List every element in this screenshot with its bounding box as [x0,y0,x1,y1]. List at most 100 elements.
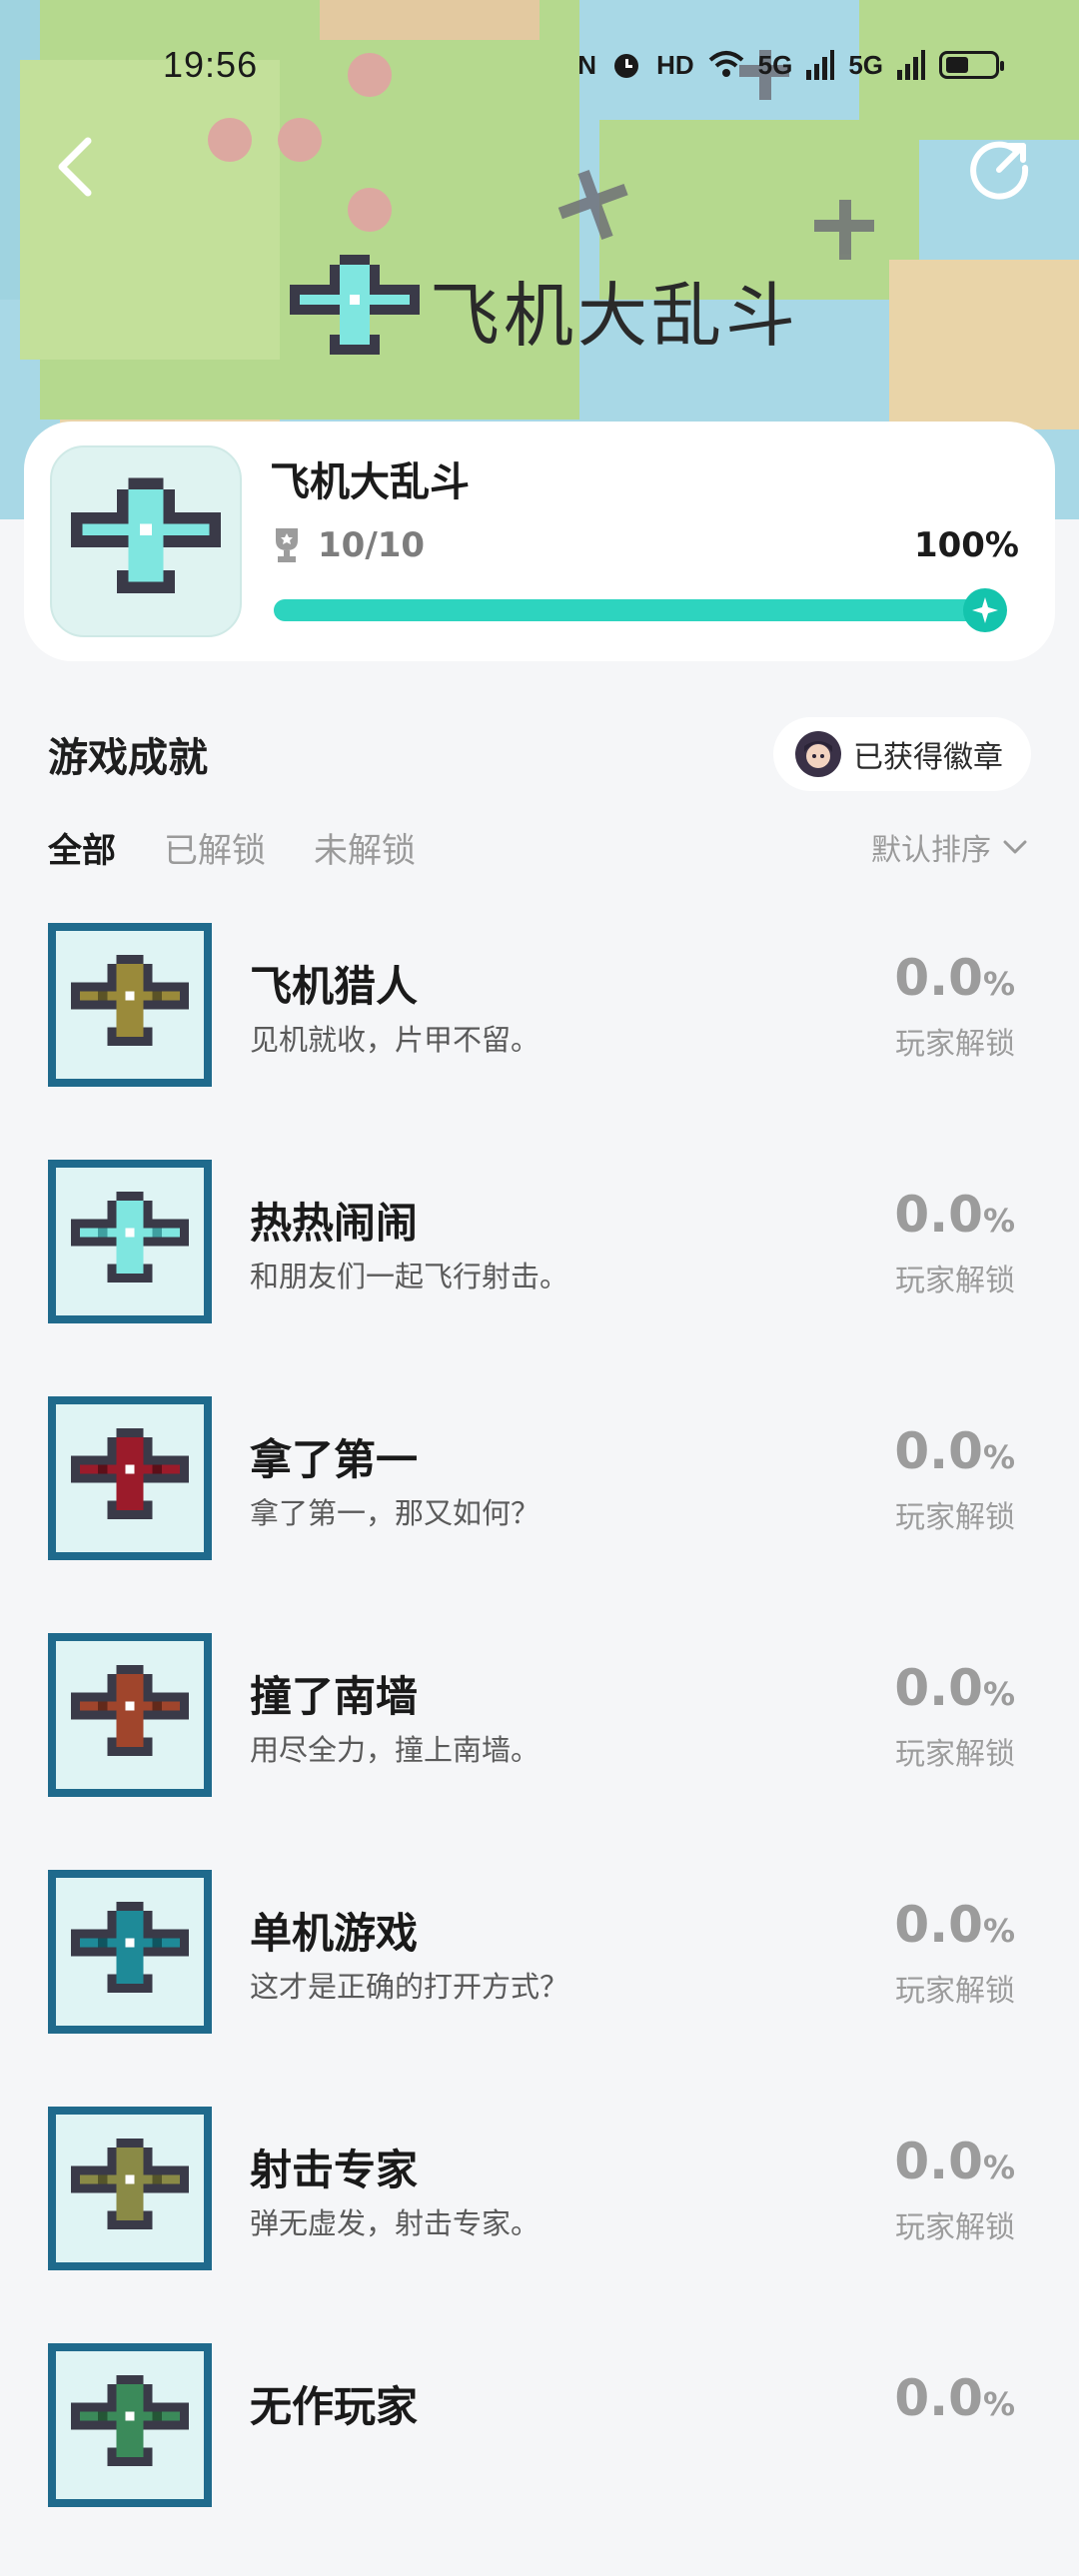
trophy-icon [276,528,298,562]
unlock-rate-unit: % [982,1912,1015,1950]
alarm-icon [614,54,639,78]
unlock-rate-unit: % [982,965,1015,1003]
game-name: 飞机大乱斗 [270,459,470,505]
signal-icon [806,50,835,80]
earned-badges-label: 已获得徽章 [853,740,1003,775]
unlock-rate: 0.0% [894,1422,1015,1480]
unlock-rate-value: 0.0 [894,2369,983,2427]
hd-icon: HD [656,49,694,80]
status-bar: 19:56 N HD 5G 5G [0,0,1079,130]
tab-all[interactable]: 全部 [48,823,116,872]
trophy-row: 10/10 [270,525,425,565]
section-title: 游戏成就 [48,735,208,781]
network-5g-icon-2: 5G [848,49,883,80]
achievement-description: 弹无虚发，射击专家。 [250,2206,540,2240]
status-icons: N HD 5G 5G [577,49,1004,81]
unlock-rate-value: 0.0 [894,949,983,1007]
nfc-icon: N [577,49,597,80]
plane-logo-icon [290,255,420,355]
achievement-icon [48,1160,212,1323]
plane-icon [71,477,221,593]
status-time: 19:56 [163,44,259,85]
share-icon[interactable] [969,138,1031,200]
achievement-item[interactable]: 飞机猎人 见机就收，片甲不留。 0.0% 玩家解锁 [0,919,1079,1156]
hero-title-text: 飞机大乱斗 [430,274,799,357]
achievement-item[interactable]: 射击专家 弹无虚发，射击专家。 0.0% 玩家解锁 [0,2103,1079,2339]
achievement-icon [48,1633,212,1797]
filter-tabs: 全部 已解锁 未解锁 [48,823,416,872]
achievement-description: 用尽全力，撞上南墙。 [250,1733,540,1767]
plane-icon [70,955,190,1046]
achievement-title: 热热闹闹 [250,1199,419,1248]
achievement-title: 射击专家 [250,2146,419,2194]
achievement-title: 单机游戏 [250,1909,419,1958]
unlock-rate-value: 0.0 [894,1422,983,1480]
progress-fill [274,599,993,621]
achievement-description: 拿了第一，那又如何？ [250,1496,540,1530]
achievement-title: 无作玩家 [250,2382,419,2431]
plane-icon [70,1192,190,1283]
achievement-icon [48,923,212,1087]
unlock-rate: 0.0% [894,2133,1015,2190]
back-arrow-icon[interactable] [48,135,104,199]
unlock-rate-caption: 玩家解锁 [895,1737,1015,1772]
achievement-description: 这才是正确的打开方式？ [250,1970,569,2004]
unlock-rate: 0.0% [894,2369,1015,2427]
achievement-description: 和朋友们一起飞行射击。 [250,1260,569,1293]
unlock-rate: 0.0% [894,949,1015,1007]
sort-label: 默认排序 [871,833,991,868]
wifi-icon [708,51,743,77]
achievement-item[interactable]: 拿了第一 拿了第一，那又如何？ 0.0% 玩家解锁 [0,1392,1079,1629]
sort-dropdown[interactable]: 默认排序 [871,825,1027,869]
achievement-icon [48,2343,212,2507]
achievement-description: 见机就收，片甲不留。 [250,1023,540,1057]
unlock-rate-caption: 玩家解锁 [895,1500,1015,1535]
progress-knob-icon [963,588,1007,632]
network-5g-icon: 5G [757,49,793,80]
achievement-icon [48,2107,212,2270]
plane-icon [70,2375,190,2466]
plane-icon [70,1428,190,1519]
plane-icon [70,1902,190,1993]
unlock-rate-caption: 玩家解锁 [895,1027,1015,1062]
achievement-item[interactable]: 撞了南墙 用尽全力，撞上南墙。 0.0% 玩家解锁 [0,1629,1079,1866]
unlock-rate-caption: 玩家解锁 [895,1974,1015,2009]
trophy-count: 10/10 [318,525,426,565]
tab-unlocked[interactable]: 已解锁 [164,823,266,872]
earned-badges-button[interactable]: 已获得徽章 [773,717,1031,791]
achievement-item[interactable]: 热热闹闹 和朋友们一起飞行射击。 0.0% 玩家解锁 [0,1156,1079,1392]
achievement-list: 飞机猎人 见机就收，片甲不留。 0.0% 玩家解锁 热热闹闹 和朋友们一起飞行射… [0,919,1079,2576]
game-icon [50,445,242,637]
unlock-rate-unit: % [982,1675,1015,1713]
chevron-down-icon [1003,840,1027,854]
plane-icon [70,1665,190,1756]
achievement-item[interactable]: 单机游戏 这才是正确的打开方式？ 0.0% 玩家解锁 [0,1866,1079,2103]
achievement-icon [48,1870,212,2034]
unlock-rate-value: 0.0 [894,1186,983,1244]
badge-avatar [795,731,841,777]
unlock-rate-value: 0.0 [894,1896,983,1954]
achievement-title: 撞了南墙 [250,1672,419,1721]
achievement-icon [48,1396,212,1560]
game-summary-card[interactable]: 飞机大乱斗 10/10 100% [24,422,1055,661]
unlock-rate-unit: % [982,2385,1015,2423]
unlock-rate-caption: 玩家解锁 [895,1264,1015,1298]
unlock-rate-caption: 玩家解锁 [895,2210,1015,2245]
unlock-rate: 0.0% [894,1659,1015,1717]
unlock-rate-unit: % [982,2148,1015,2186]
unlock-rate-unit: % [982,1202,1015,1240]
achievement-title: 飞机猎人 [250,962,419,1011]
achievement-item[interactable]: 无作玩家 0.0% [0,2339,1079,2576]
battery-icon [939,51,1004,79]
progress-percentage: 100% [913,525,1019,565]
unlock-rate-value: 0.0 [894,2133,983,2190]
unlock-rate: 0.0% [894,1186,1015,1244]
tab-locked[interactable]: 未解锁 [314,823,416,872]
unlock-rate: 0.0% [894,1896,1015,1954]
achievement-title: 拿了第一 [250,1435,419,1484]
signal-icon-2 [897,50,925,80]
unlock-rate-value: 0.0 [894,1659,983,1717]
progress-bar [274,588,1007,632]
plane-icon [70,2139,190,2229]
unlock-rate-unit: % [982,1438,1015,1476]
